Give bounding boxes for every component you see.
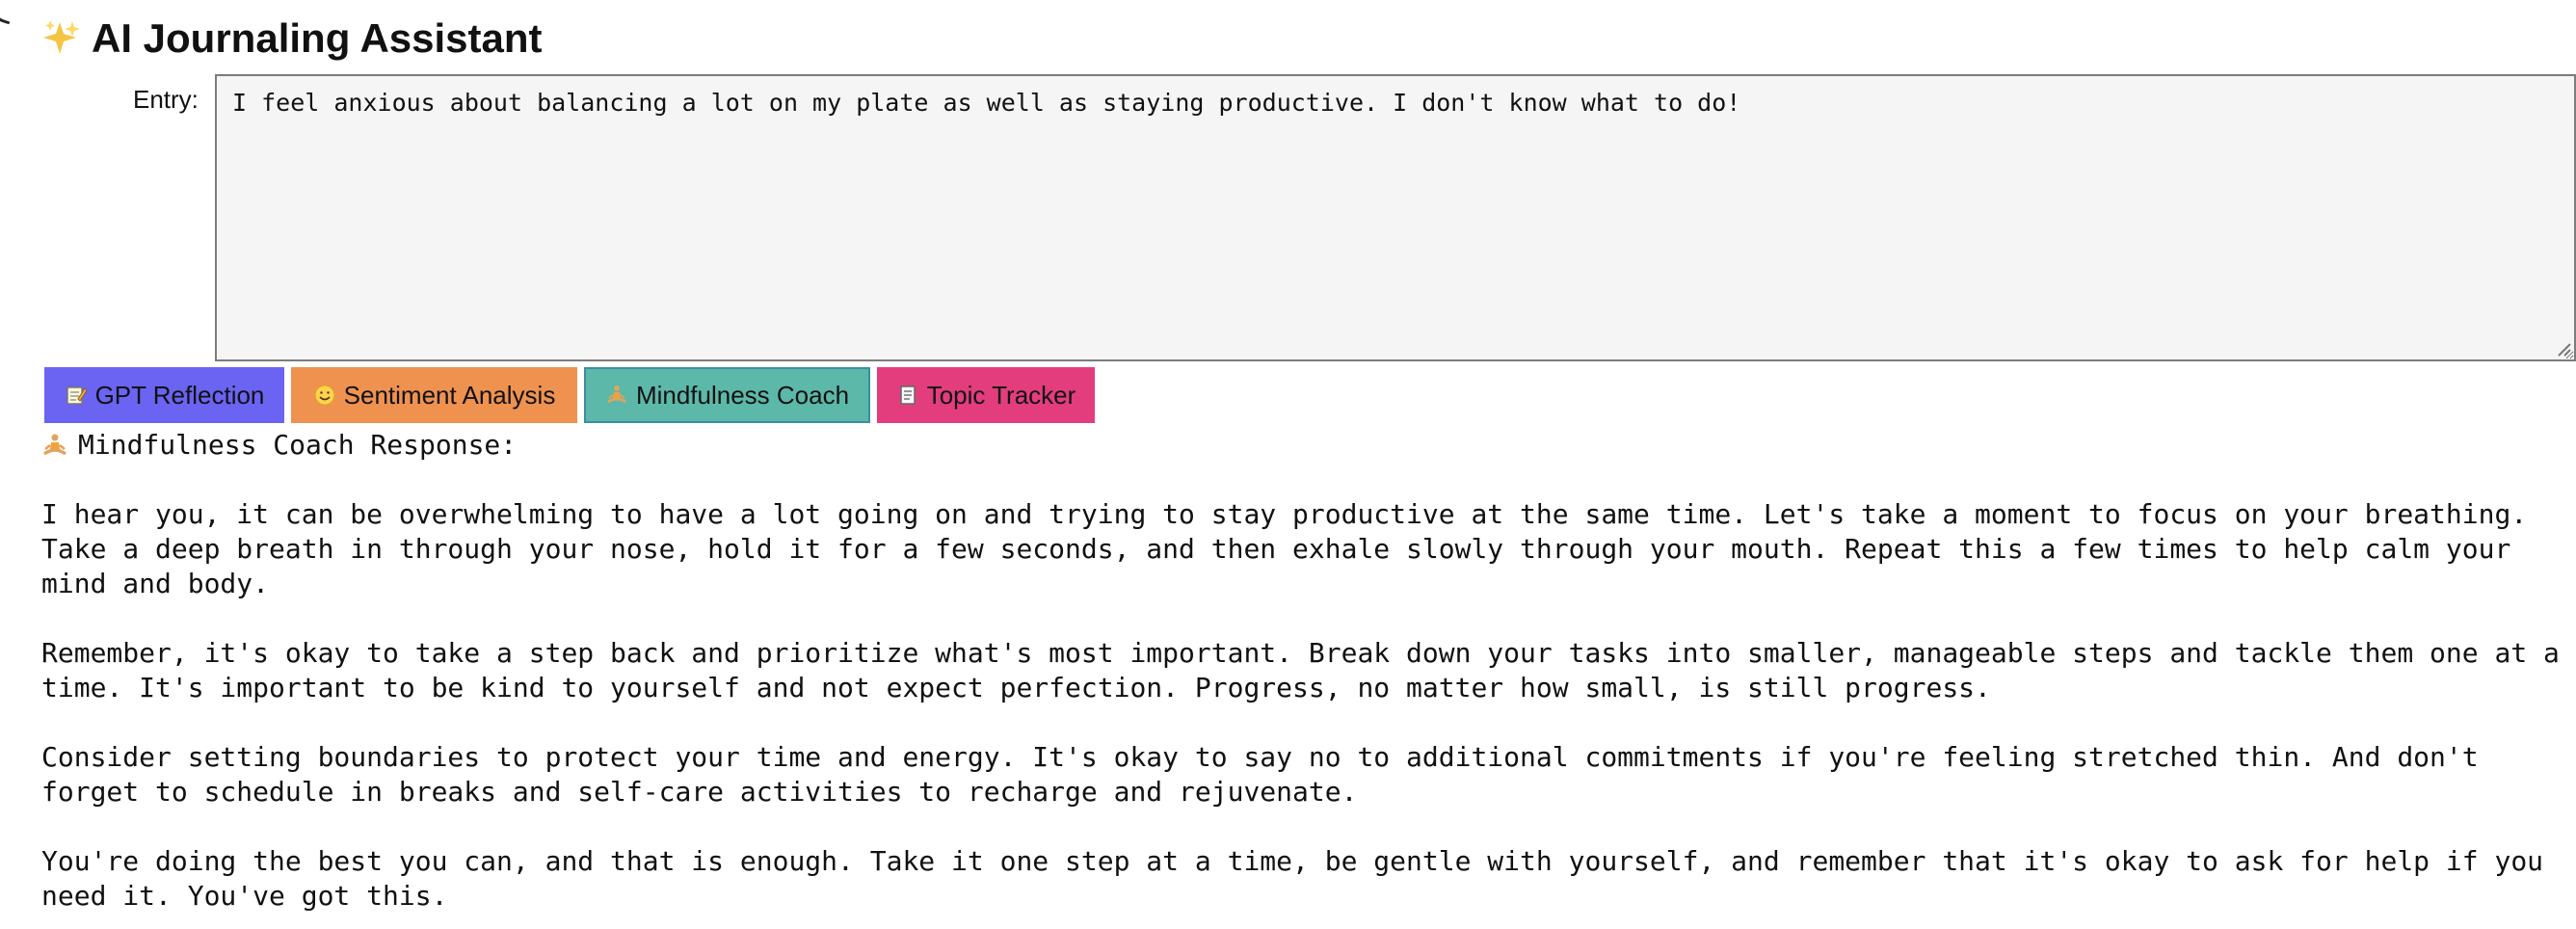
textarea-resize-handle[interactable] [2555, 340, 2572, 358]
assistant-mode-buttons: GPT Reflection Sentiment Analysis Mindfu… [44, 367, 1095, 423]
response-heading-text: Mindfulness Coach Response: [78, 429, 518, 461]
response-heading: Mindfulness Coach Response: [41, 428, 2566, 463]
response-paragraph: You're doing the best you can, and that … [41, 845, 2544, 912]
gpt-reflection-label: GPT Reflection [94, 380, 265, 410]
sentiment-analysis-label: Sentiment Analysis [343, 380, 556, 410]
journal-entry-textarea[interactable] [215, 74, 2576, 361]
mindfulness-coach-button[interactable]: Mindfulness Coach [584, 367, 870, 423]
entry-label: Entry: [133, 85, 199, 114]
meditation-icon [605, 384, 628, 407]
response-output: Mindfulness Coach Response: I hear you, … [41, 428, 2566, 914]
sparkles-icon [41, 18, 82, 59]
response-paragraph: Remember, it's okay to take a step back … [41, 637, 2560, 703]
topic-tracker-label: Topic Tracker [926, 380, 1076, 410]
page-title: AI Journaling Assistant [92, 15, 543, 61]
response-paragraph: I hear you, it can be overwhelming to ha… [41, 498, 2528, 599]
meditation-icon [41, 432, 68, 459]
memo-icon [65, 384, 88, 407]
mindfulness-coach-label: Mindfulness Coach [635, 380, 850, 410]
left-edge-artifact [0, 0, 19, 25]
document-icon [896, 384, 919, 407]
topic-tracker-button[interactable]: Topic Tracker [877, 367, 1095, 423]
response-paragraph: Consider setting boundaries to protect y… [41, 741, 2479, 808]
sentiment-analysis-button[interactable]: Sentiment Analysis [291, 367, 577, 423]
smiley-icon [313, 384, 336, 407]
gpt-reflection-button[interactable]: GPT Reflection [44, 367, 284, 423]
app-header: AI Journaling Assistant [41, 10, 543, 67]
